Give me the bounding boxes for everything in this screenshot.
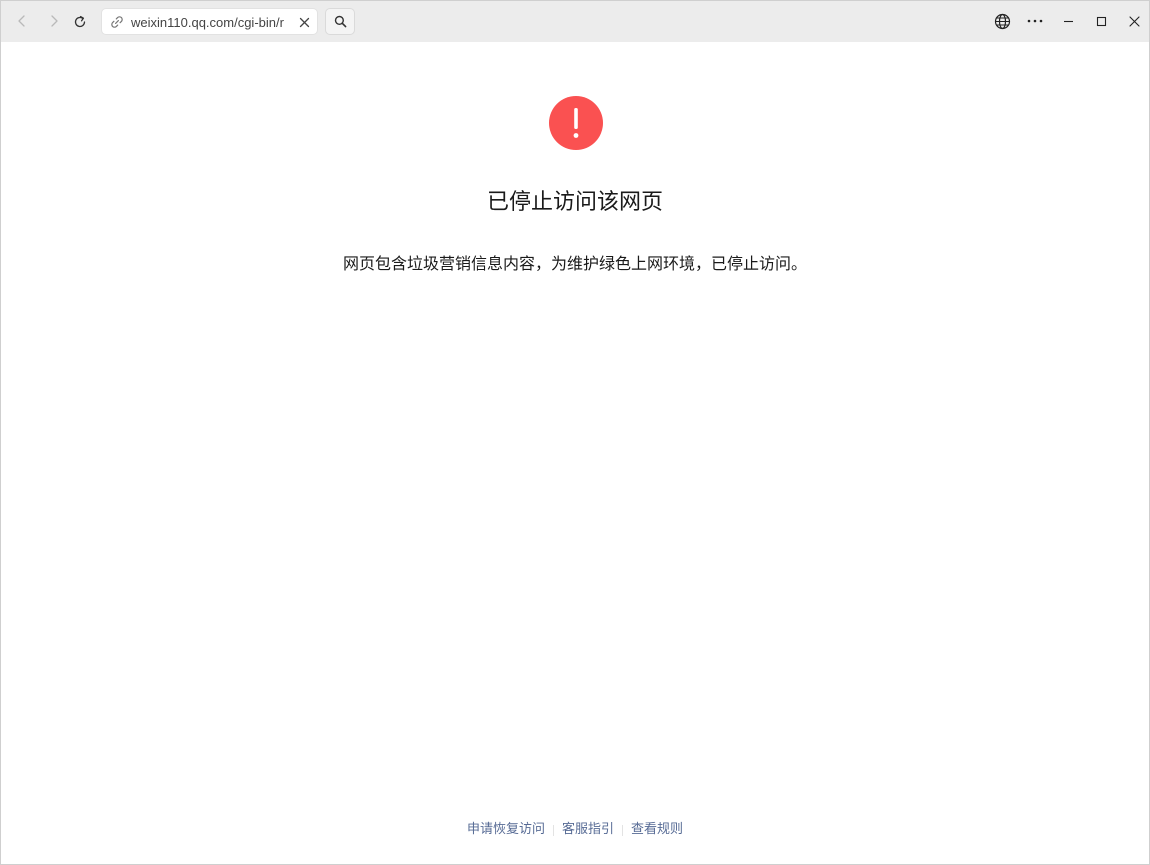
chevron-left-icon	[18, 15, 25, 27]
forward-button[interactable]	[41, 8, 67, 34]
close-window-button[interactable]	[1121, 8, 1147, 34]
more-button[interactable]	[1022, 8, 1048, 34]
url-text[interactable]: weixin110.qq.com/cgi-bin/r	[131, 14, 291, 31]
search-button[interactable]	[325, 8, 355, 35]
back-button[interactable]	[9, 8, 35, 34]
page-content: 已停止访问该网页 网页包含垃圾营销信息内容，为维护绿色上网环境，已停止访问。 申…	[1, 42, 1149, 864]
minimize-button[interactable]	[1055, 8, 1081, 34]
view-rules-link[interactable]: 查看规则	[631, 821, 683, 839]
customer-service-guide-link[interactable]: 客服指引	[562, 821, 614, 839]
globe-button[interactable]	[989, 8, 1015, 34]
link-divider	[552, 824, 554, 836]
maximize-icon	[1096, 16, 1106, 26]
exclamation-circle-icon	[549, 96, 603, 150]
browser-toolbar: weixin110.qq.com/cgi-bin/r	[1, 1, 1149, 42]
browser-window: weixin110.qq.com/cgi-bin/r 已停止访问该网页 网页包含…	[0, 0, 1150, 865]
minimize-icon	[1063, 20, 1073, 22]
page-description: 网页包含垃圾营销信息内容，为维护绿色上网环境，已停止访问。	[342, 254, 807, 273]
close-icon	[299, 17, 309, 27]
search-icon	[334, 15, 346, 28]
link-divider	[622, 824, 623, 836]
footer-links: 申请恢复访问 客服指引 查看规则	[1, 821, 1149, 839]
chevron-right-icon	[51, 15, 58, 27]
exclamation-mark-icon	[573, 108, 579, 138]
link-icon	[111, 16, 123, 28]
close-window-icon	[1128, 15, 1140, 27]
address-bar[interactable]: weixin110.qq.com/cgi-bin/r	[101, 8, 318, 35]
reload-icon	[74, 15, 86, 28]
reload-button[interactable]	[67, 9, 93, 35]
clear-url-button[interactable]	[297, 15, 311, 29]
maximize-button[interactable]	[1088, 8, 1114, 34]
page-title: 已停止访问该网页	[486, 190, 663, 215]
more-dots-icon	[1027, 19, 1043, 23]
globe-icon	[994, 13, 1010, 29]
request-restore-access-link[interactable]: 申请恢复访问	[467, 821, 545, 839]
